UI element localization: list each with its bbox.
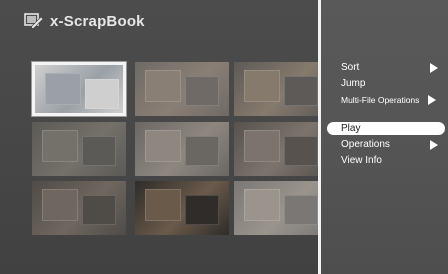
scrapbook-page-8[interactable] [135, 181, 229, 235]
scrapbook-page-5[interactable] [135, 122, 229, 176]
scrapbook-page-9[interactable] [234, 181, 328, 235]
xscrapbook-window: x-ScrapBook Sort Jump Multi-File Operation… [0, 0, 448, 274]
scrapbook-page-3[interactable] [234, 62, 328, 116]
photo-frame [244, 130, 280, 162]
scrapbook-page-2[interactable] [135, 62, 229, 116]
menu-item-play[interactable]: Play [321, 121, 448, 137]
menu-item-operations[interactable]: Operations [321, 137, 448, 153]
photo-frame [244, 189, 280, 221]
photo-frame [145, 130, 181, 162]
photo-frame [45, 73, 81, 105]
scrapbook-page-6[interactable] [234, 122, 328, 176]
menu-item-label: Jump [341, 78, 366, 89]
photo-frame [85, 79, 119, 109]
app-title: x-ScrapBook [50, 12, 145, 30]
submenu-arrow-icon [428, 95, 436, 105]
options-panel: Sort Jump Multi-File Operations Play Operati… [321, 0, 448, 274]
menu-item-jump[interactable]: Jump [321, 76, 448, 92]
thumbnail-grid [32, 62, 328, 240]
menu-item-label: Operations [341, 139, 390, 150]
menu-item-multi-file-operations[interactable]: Multi-File Operations [321, 92, 448, 108]
title-bar: x-ScrapBook [24, 8, 145, 34]
menu-item-label: Multi-File Operations [341, 95, 420, 105]
thumbnail-panel: x-ScrapBook [0, 0, 328, 274]
photo-frame [244, 70, 280, 102]
photo-frame [82, 195, 116, 225]
photo-frame [42, 130, 78, 162]
menu-separator [321, 108, 448, 121]
scrapbook-page-1[interactable] [32, 62, 126, 116]
menu-item-view-info[interactable]: View Info [321, 153, 448, 169]
scrapbook-pencil-icon [24, 12, 44, 30]
menu-item-label: View Info [341, 155, 382, 166]
photo-frame [284, 195, 318, 225]
photo-frame [145, 189, 181, 221]
photo-frame [284, 76, 318, 106]
photo-frame [185, 136, 219, 166]
submenu-arrow-icon [430, 63, 438, 73]
photo-frame [82, 136, 116, 166]
scrapbook-page-4[interactable] [32, 122, 126, 176]
menu-item-label: Sort [341, 62, 360, 73]
photo-frame [185, 76, 219, 106]
options-menu: Sort Jump Multi-File Operations Play Operati… [321, 60, 448, 169]
photo-frame [42, 189, 78, 221]
submenu-arrow-icon [430, 140, 438, 150]
menu-item-sort[interactable]: Sort [321, 60, 448, 76]
scrapbook-page-7[interactable] [32, 181, 126, 235]
menu-item-label: Play [341, 123, 361, 134]
photo-frame [145, 70, 181, 102]
photo-frame [284, 136, 318, 166]
photo-frame [185, 195, 219, 225]
